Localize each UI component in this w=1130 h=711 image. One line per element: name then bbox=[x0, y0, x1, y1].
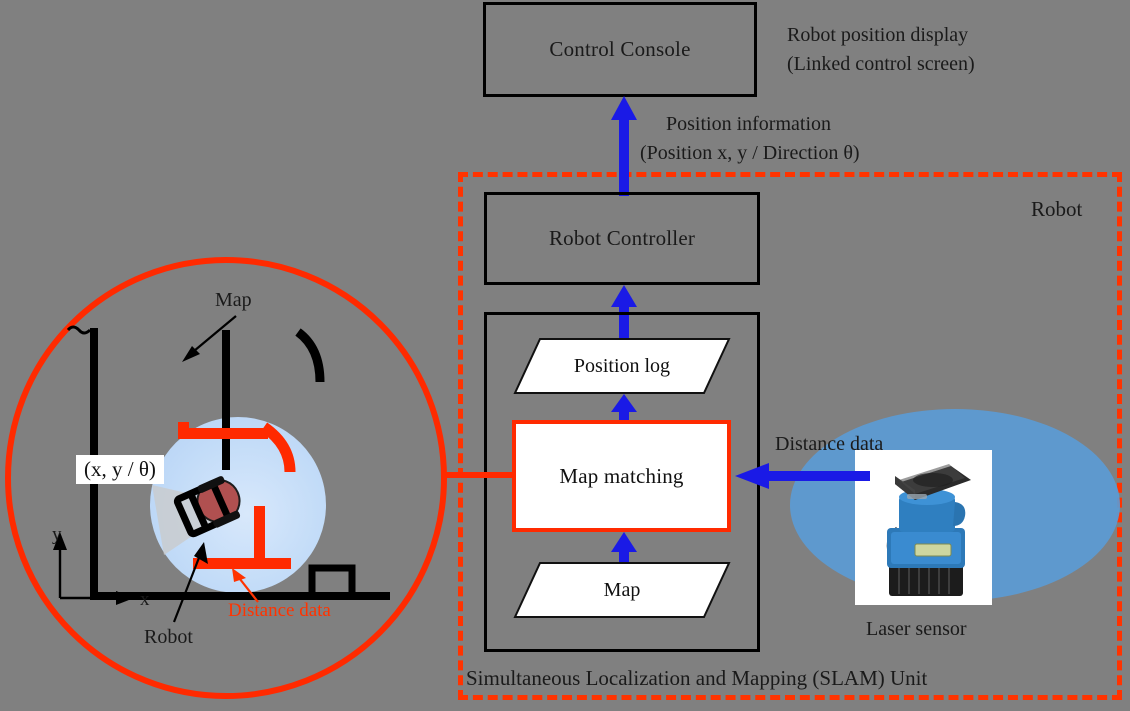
axis-x-label: x bbox=[140, 589, 150, 610]
control-console-label: Control Console bbox=[549, 37, 691, 61]
arrow-up-icon-map-to-matching bbox=[611, 532, 637, 564]
mobile-robot-icon bbox=[173, 476, 241, 538]
laser-scanner-icon bbox=[886, 464, 971, 596]
laser-sensor-label: Laser sensor bbox=[866, 618, 967, 640]
distance-data-label-right: Distance data bbox=[775, 433, 884, 455]
map-store-label: Map bbox=[603, 578, 641, 601]
map-view-map-label: Map bbox=[215, 289, 252, 311]
control-console-box[interactable]: Control Console bbox=[483, 2, 757, 97]
robot-position-display-line2: (Linked control screen) bbox=[787, 53, 975, 75]
map-matching-box[interactable]: Map matching bbox=[512, 420, 731, 532]
position-log-node[interactable]: Position log bbox=[513, 338, 731, 394]
map-view-robot-label: Robot bbox=[144, 626, 193, 648]
position-information-line1: Position information bbox=[666, 113, 831, 135]
pointer-arrow-icon-robot bbox=[172, 542, 208, 623]
map-store-node[interactable]: Map bbox=[513, 562, 731, 618]
map-matching-label: Map matching bbox=[559, 463, 684, 488]
robot-controller-box[interactable]: Robot Controller bbox=[484, 192, 760, 285]
pose-chip: (x, y / θ) bbox=[76, 455, 164, 484]
arrow-left-icon-sensor-to-matching bbox=[735, 463, 870, 489]
pointer-arrow-icon-map bbox=[182, 315, 237, 362]
axis-y-label: y bbox=[52, 524, 62, 545]
arrow-up-icon-matching-to-log bbox=[611, 394, 637, 422]
robot-controller-label: Robot Controller bbox=[548, 226, 696, 250]
position-log-label: Position log bbox=[573, 354, 671, 377]
pointer-arrow-icon-distance bbox=[232, 568, 259, 603]
laser-sensor-photo bbox=[855, 450, 992, 605]
robot-boundary-label: Robot bbox=[1031, 197, 1083, 221]
position-information-line2: (Position x, y / Direction θ) bbox=[640, 142, 860, 164]
slam-caption: Simultaneous Localization and Mapping (S… bbox=[466, 666, 928, 690]
robot-position-display-line1: Robot position display bbox=[787, 24, 969, 46]
red-connector-map-to-matching bbox=[443, 472, 515, 478]
arrow-up-icon-controller-to-console bbox=[611, 96, 637, 196]
diagram-canvas: Robot Robot position display (Linked con… bbox=[0, 0, 1130, 711]
